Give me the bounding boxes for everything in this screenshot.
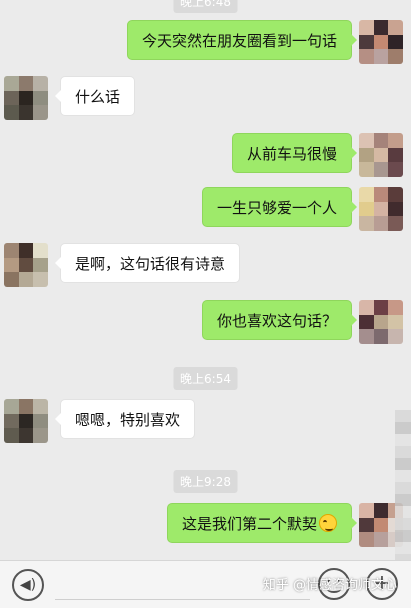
sent-message-bubble[interactable]: 一生只够爱一个人 (201, 187, 358, 227)
message-row: 一生只够爱一个人 (0, 187, 411, 231)
received-message-bubble[interactable]: 什么话 (54, 76, 136, 116)
avatar[interactable] (359, 187, 403, 231)
sent-message-bubble[interactable]: 你也喜欢这句话？ (201, 300, 358, 340)
watermark: 知乎 @情感咨询师文心 (262, 578, 397, 593)
avatar[interactable] (359, 20, 403, 64)
received-message-bubble[interactable]: 是啊，这句话很有诗意 (54, 243, 241, 283)
pixelated-edge (395, 410, 411, 560)
message-row: 你也喜欢这句话？ (0, 300, 411, 344)
chat-area[interactable]: 晚上6:48 今天突然在朋友圈看到一句话 什么话 从前车马很慢 一生只够爱一个人 (0, 0, 411, 560)
avatar[interactable] (4, 243, 48, 287)
message-text: 这是我们第二个默契 (181, 515, 317, 533)
message-row: 这是我们第二个默契 (0, 503, 411, 547)
timestamp: 晚上6:54 (173, 367, 238, 390)
message-row: 从前车马很慢 (0, 133, 411, 177)
message-row: 是啊，这句话很有诗意 (0, 243, 411, 287)
avatar[interactable] (4, 399, 48, 443)
smirk-emoji-icon (319, 514, 337, 532)
message-row: 什么话 (0, 76, 411, 120)
avatar[interactable] (359, 300, 403, 344)
message-row: 今天突然在朋友圈看到一句话 (0, 20, 411, 64)
timestamp: 晚上9:28 (173, 470, 238, 493)
avatar[interactable] (4, 76, 48, 120)
sent-message-bubble[interactable]: 这是我们第二个默契 (166, 503, 358, 543)
avatar[interactable] (359, 133, 403, 177)
received-message-bubble[interactable]: 嗯嗯，特别喜欢 (54, 399, 196, 439)
voice-icon[interactable]: ◀) (12, 569, 44, 601)
sent-message-bubble[interactable]: 今天突然在朋友圈看到一句话 (126, 20, 358, 60)
sent-message-bubble[interactable]: 从前车马很慢 (231, 133, 358, 173)
message-row: 嗯嗯，特别喜欢 (0, 399, 411, 443)
timestamp: 晚上6:48 (173, 0, 238, 13)
